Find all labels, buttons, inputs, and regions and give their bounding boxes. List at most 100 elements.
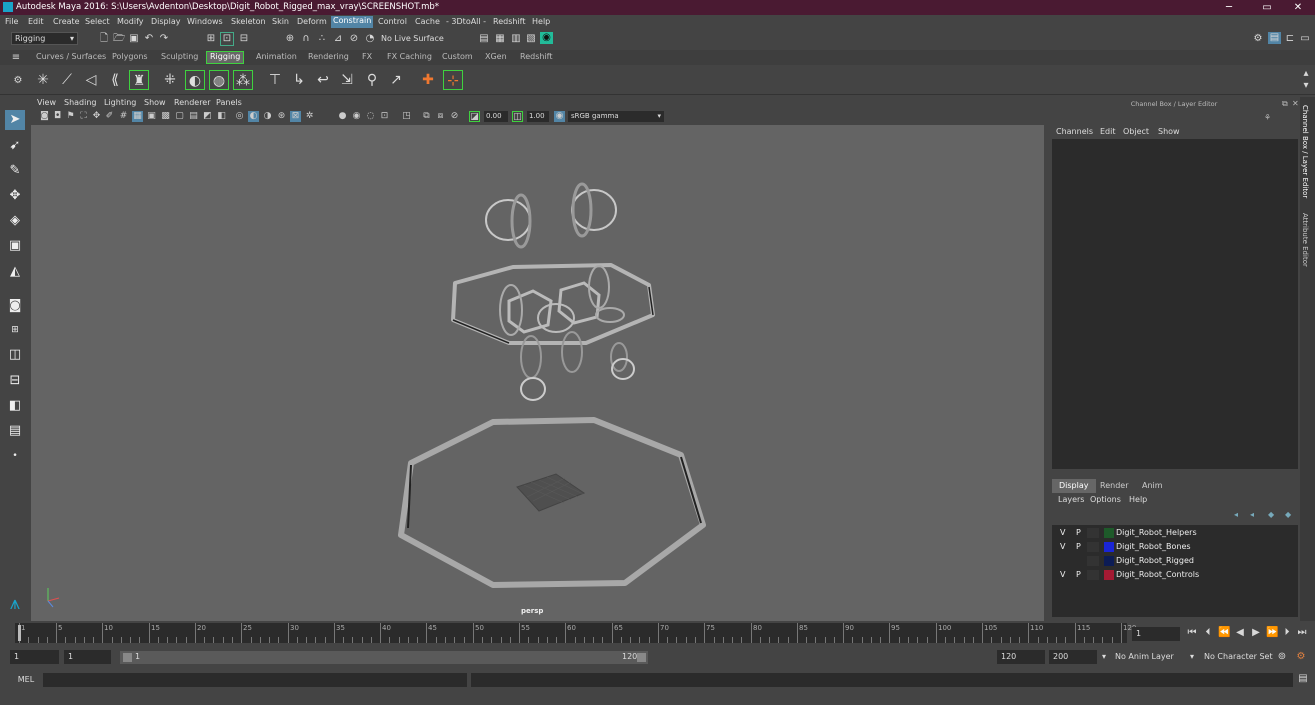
float-panel-icon[interactable]: ⧉	[1282, 99, 1288, 109]
viewport-menu-panels[interactable]: Panels	[216, 98, 242, 107]
ipr-render-icon[interactable]: ▥	[510, 33, 522, 45]
go-to-start-icon[interactable]: ⏮	[1186, 627, 1198, 639]
ik-handle-icon[interactable]: ⟋	[57, 70, 77, 90]
menu-cache[interactable]: Cache	[415, 17, 440, 26]
snap-point-icon[interactable]: ∴	[316, 33, 328, 45]
step-back-frame-icon[interactable]: ⏴	[1202, 627, 1214, 639]
options-menu[interactable]: Options	[1090, 495, 1121, 504]
step-forward-frame-icon[interactable]: ⏵	[1281, 627, 1293, 639]
graph-editor-layout-icon[interactable]: ▤	[5, 421, 25, 441]
menu-create[interactable]: Create	[53, 17, 80, 26]
tab-channel-box-layer-editor[interactable]: Channel Box / Layer Editor	[1301, 105, 1309, 198]
layer-visibility-toggle[interactable]: V	[1060, 540, 1065, 554]
ambient-occlusion-icon[interactable]: ◉	[351, 111, 362, 122]
playback-start-field[interactable]: 1	[64, 650, 111, 664]
tab-redshift[interactable]: Redshift	[520, 52, 552, 61]
maximize-button[interactable]: ▭	[1250, 0, 1284, 15]
locator-icon[interactable]: ✚	[418, 70, 438, 90]
tab-xgen[interactable]: XGen	[485, 52, 507, 61]
gate-mask-icon[interactable]: ⊘	[449, 111, 460, 122]
layer-display-type[interactable]	[1087, 528, 1099, 538]
live-surface-label[interactable]: No Live Surface	[381, 34, 444, 43]
bookmark-icon[interactable]: ⚑	[65, 111, 76, 122]
wireframe-icon[interactable]: ▦	[132, 111, 143, 122]
gamma-field[interactable]: 1.00	[527, 111, 549, 122]
menu-file[interactable]: File	[5, 17, 18, 26]
xray-joints-icon[interactable]: ◑	[262, 111, 273, 122]
layer-playback-toggle[interactable]: P	[1076, 540, 1081, 554]
depth-of-field-icon[interactable]: ●	[337, 111, 348, 122]
menu-control[interactable]: Control	[378, 17, 407, 26]
smooth-bind-icon[interactable]: ◐	[185, 70, 205, 90]
two-pane-side-layout-icon[interactable]: ◫	[5, 345, 25, 365]
fog-icon[interactable]: ◌	[365, 111, 376, 122]
channel-box-area[interactable]	[1052, 139, 1298, 469]
screen-space-ao-icon[interactable]: ◧	[216, 111, 227, 122]
layer-row[interactable]: V P Digit_Robot_Helpers	[1052, 526, 1298, 540]
play-backward-icon[interactable]: ◀	[1234, 627, 1246, 639]
layer-visibility-toggle[interactable]: V	[1060, 526, 1065, 540]
maya-home-icon[interactable]: ⩚	[5, 594, 25, 614]
viewport-menu-view[interactable]: View	[37, 98, 56, 107]
help-menu[interactable]: Help	[1129, 495, 1147, 504]
locator-plus-icon[interactable]: ⊹	[443, 70, 463, 90]
menu-windows[interactable]: Windows	[187, 17, 223, 26]
safe-action-icon[interactable]: ⧉	[421, 111, 432, 122]
grid-toggle-icon[interactable]: #	[118, 111, 129, 122]
layer-color-swatch[interactable]	[1104, 542, 1114, 552]
layer-visibility-toggle[interactable]: V	[1060, 568, 1065, 582]
paint-weights-icon[interactable]: ◍	[209, 70, 229, 90]
render-settings-icon[interactable]: ▧	[525, 33, 537, 45]
smooth-shade-icon[interactable]: ▣	[146, 111, 157, 122]
lasso-tool-icon[interactable]: ➹	[5, 136, 25, 156]
time-ruler[interactable]: 1 5 10 15 20 25 30 35 40 45 50 55 60 65 70 75 80 85 90 95 10…	[15, 623, 1136, 643]
tab-custom[interactable]: Custom	[442, 52, 473, 61]
exposure-field[interactable]: 0.00	[484, 111, 508, 122]
toggle-channel-box-icon[interactable]: ▤	[1268, 32, 1281, 44]
select-hierarchy-icon[interactable]: ⊞	[205, 33, 217, 45]
resolution-gate-icon[interactable]: ⊡	[379, 111, 390, 122]
camera-attributes-icon[interactable]: ◘	[52, 111, 63, 122]
viewport-menu-lighting[interactable]: Lighting	[104, 98, 136, 107]
object-menu[interactable]: Object	[1123, 127, 1149, 136]
viewport-menu-renderer[interactable]: Renderer	[174, 98, 211, 107]
scale-constraint-icon[interactable]: ⇲	[337, 70, 357, 90]
human-ik-icon[interactable]: ♜	[129, 70, 149, 90]
menu-redshift[interactable]: Redshift	[493, 17, 525, 26]
range-start-handle[interactable]	[123, 653, 132, 662]
command-input[interactable]	[43, 673, 467, 687]
channels-menu[interactable]: Channels	[1056, 127, 1093, 136]
range-bar[interactable]: 1 120	[120, 651, 648, 664]
move-layer-down-icon[interactable]: ◂	[1250, 510, 1254, 519]
image-plane-icon[interactable]: ⛶	[78, 111, 89, 122]
layer-display-type[interactable]	[1087, 570, 1099, 580]
play-forward-icon[interactable]: ▶	[1250, 627, 1262, 639]
layer-color-swatch[interactable]	[1104, 528, 1114, 538]
tab-polygons[interactable]: Polygons	[112, 52, 148, 61]
script-editor-icon[interactable]: ▤	[1297, 673, 1309, 685]
layer-name[interactable]: Digit_Robot_Rigged	[1116, 554, 1194, 568]
move-tool-icon[interactable]: ✥	[5, 186, 25, 206]
menu-constrain[interactable]: Constrain	[331, 16, 374, 28]
layer-row[interactable]: V P Digit_Robot_Controls	[1052, 568, 1298, 582]
orient-constraint-icon[interactable]: ↩	[313, 70, 333, 90]
xray-icon[interactable]: ◐	[248, 111, 259, 122]
textured-icon[interactable]: ▢	[174, 111, 185, 122]
edit-menu[interactable]: Edit	[1100, 127, 1116, 136]
layers-menu[interactable]: Layers	[1058, 495, 1084, 504]
character-set-dropdown[interactable]: ▾ No Character Set	[1188, 650, 1274, 664]
snap-grid-icon[interactable]: ⊕	[284, 33, 296, 45]
animation-end-field[interactable]: 200	[1049, 650, 1097, 664]
minimize-button[interactable]: ─	[1212, 0, 1246, 15]
select-component-icon[interactable]: ⊟	[238, 33, 250, 45]
menu-select[interactable]: Select	[85, 17, 110, 26]
tab-anim[interactable]: Anim	[1135, 479, 1170, 493]
current-time-marker[interactable]	[18, 625, 21, 641]
layer-playback-toggle[interactable]: P	[1076, 568, 1081, 582]
color-management-icon[interactable]: ◉	[554, 111, 565, 122]
layer-row[interactable]: V P Digit_Robot_Bones	[1052, 540, 1298, 554]
menu-skin[interactable]: Skin	[272, 17, 289, 26]
parent-constraint-icon[interactable]: ⊤	[265, 70, 285, 90]
isolate-select-icon[interactable]: ◎	[234, 111, 245, 122]
close-panel-icon[interactable]: ✕	[1292, 99, 1299, 108]
